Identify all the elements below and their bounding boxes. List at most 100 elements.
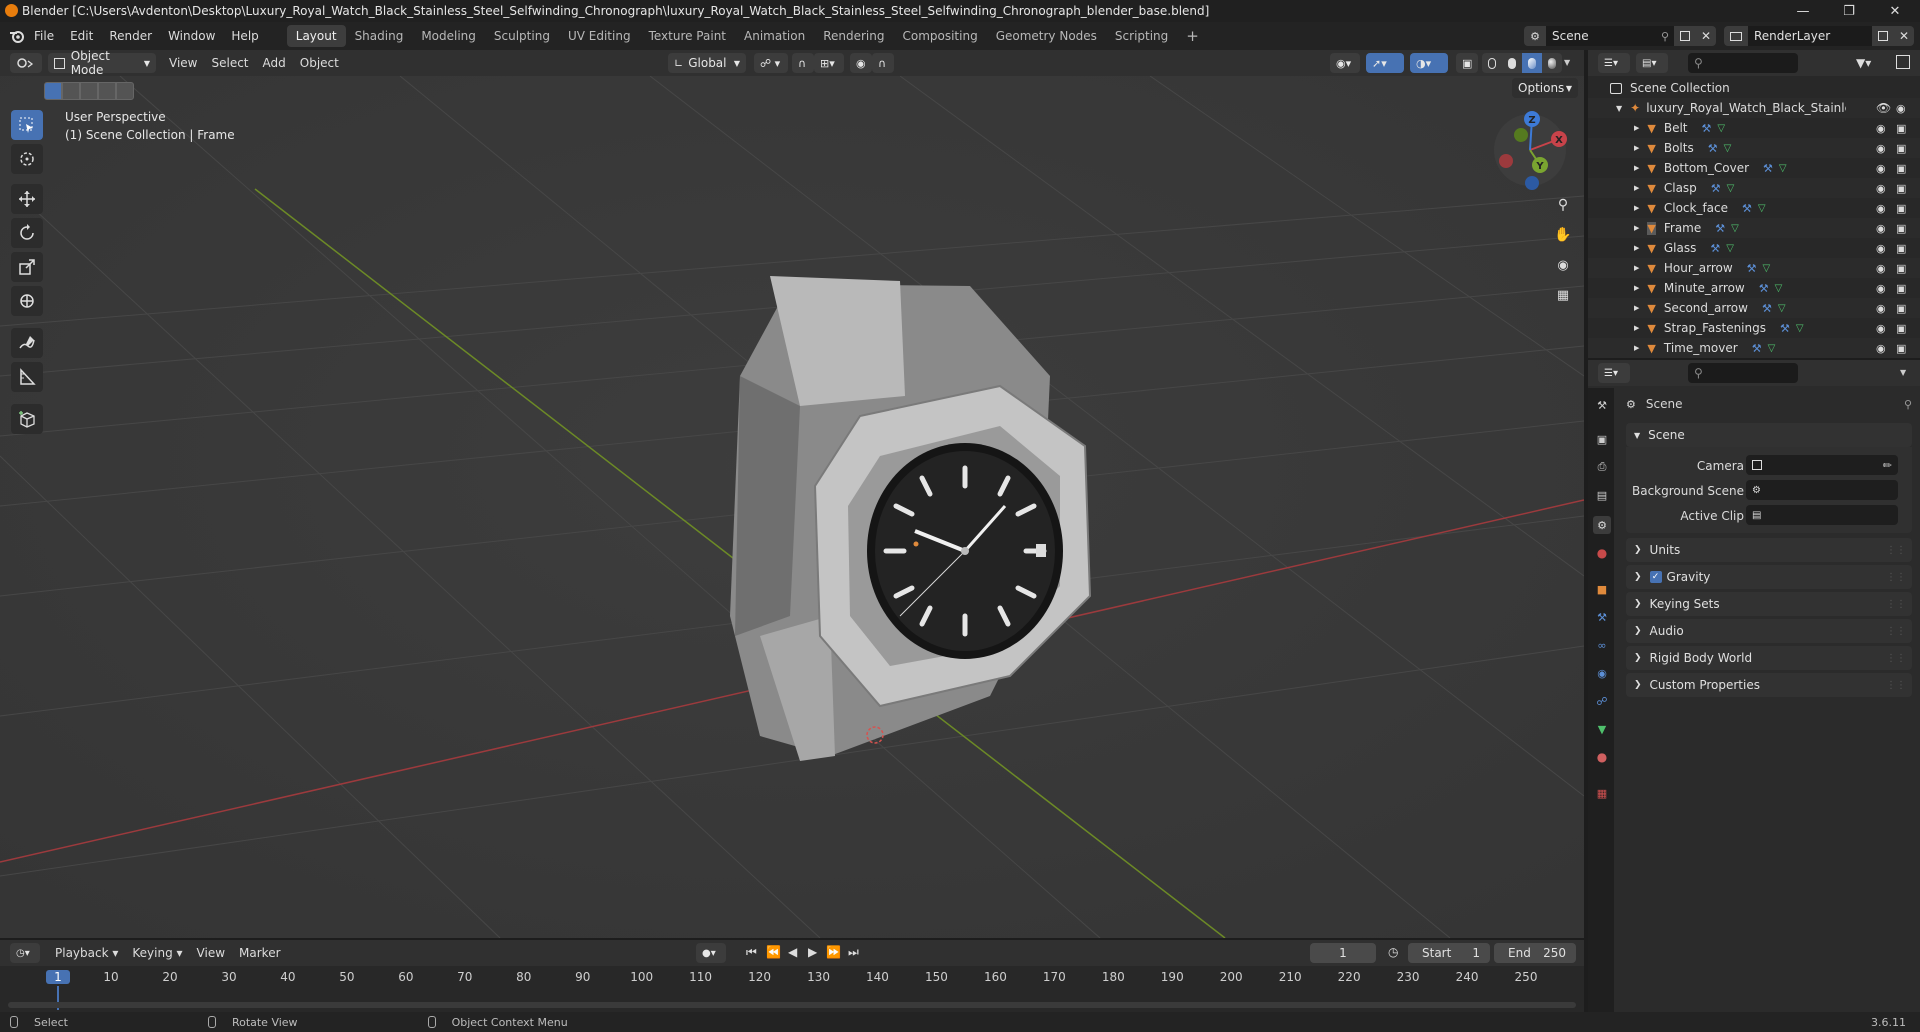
new-collection-icon[interactable] (1896, 55, 1910, 69)
outliner-row-object[interactable]: ▶ ▼ Glass ⚒ ▽ ◉ ▣ (1588, 238, 1920, 258)
timeline-menu-keying[interactable]: Keying ▾ (125, 946, 189, 960)
transform-tool[interactable] (11, 286, 43, 316)
visibility-dropdown[interactable]: ◉▾ (1330, 53, 1360, 73)
outliner-row-object[interactable]: ▶ ▼ Bottom_Cover ⚒ ▽ ◉ ▣ (1588, 158, 1920, 178)
data-properties-tab[interactable]: ▼ (1593, 720, 1611, 738)
restore-button[interactable]: ❐ (1826, 0, 1872, 22)
mesh-data-icon[interactable]: ▽ (1763, 263, 1771, 274)
properties-editor-type-button[interactable]: ☰▾ (1598, 363, 1630, 383)
blender-menu-icon[interactable] (8, 27, 26, 45)
expand-arrow-icon[interactable]: ▶ (1634, 324, 1639, 332)
camera-icon[interactable]: ▣ (1896, 302, 1906, 315)
eye-icon[interactable]: ◉ (1876, 322, 1886, 335)
snap-target-dropdown[interactable]: ⊞▾ (814, 53, 844, 73)
eye-icon[interactable]: ◉ (1876, 202, 1886, 215)
camera-icon[interactable]: ▣ (1896, 162, 1906, 175)
select-invert-icon[interactable] (98, 82, 116, 100)
mesh-data-icon[interactable]: ▽ (1731, 223, 1739, 234)
eye-icon[interactable]: ◉ (1876, 262, 1886, 275)
outliner-row-scene-collection[interactable]: Scene Collection (1588, 78, 1920, 98)
auto-keying-toggle[interactable]: ●▾ (696, 943, 726, 963)
pan-view-icon[interactable]: ✋ (1550, 222, 1576, 248)
camera-icon[interactable]: ▣ (1896, 262, 1906, 275)
eye-icon[interactable]: ◉ (1876, 342, 1886, 355)
add-cube-tool[interactable] (11, 404, 43, 434)
modifier-wrench-icon[interactable]: ⚒ (1710, 242, 1720, 255)
xray-toggle[interactable]: ▣ (1456, 53, 1478, 73)
eye-icon[interactable]: ◉ (1876, 222, 1886, 235)
eye-icon[interactable]: ◉ (1876, 302, 1886, 315)
scene-properties-tab[interactable]: ⚙ (1593, 516, 1611, 534)
drag-handle-icon[interactable]: ⋮⋮ (1886, 653, 1906, 664)
viewport-menu-add[interactable]: Add (256, 56, 293, 70)
outliner-row-object[interactable]: ▶ ▼ Frame ⚒ ▽ ◉ ▣ (1588, 218, 1920, 238)
expand-arrow-icon[interactable]: ▶ (1634, 244, 1639, 252)
play-reverse-icon[interactable]: ◀ (788, 945, 797, 959)
frame-ruler[interactable]: 1 10 20 30 40 50 60 70 80 90 100 110 120 130 140 150 160… (0, 966, 1584, 1012)
menu-help[interactable]: Help (223, 25, 266, 47)
panel-header[interactable]: ❯ Units ⋮⋮ (1626, 538, 1912, 562)
delete-scene-icon[interactable]: ✕ (1696, 26, 1716, 46)
modifier-wrench-icon[interactable]: ⚒ (1763, 162, 1773, 175)
shading-material-button[interactable] (1522, 53, 1542, 73)
expand-arrow-icon[interactable]: ▶ (1634, 344, 1639, 352)
modifier-properties-tab[interactable]: ⚒ (1593, 608, 1611, 626)
chevron-down-icon[interactable]: ▼ (1900, 368, 1906, 377)
editor-type-button[interactable] (10, 53, 42, 73)
expand-arrow-icon[interactable]: ▶ (1634, 184, 1639, 192)
timeline-scrollbar[interactable] (8, 1002, 1576, 1008)
expand-arrow-icon[interactable]: ▶ (1634, 164, 1639, 172)
outliner-row-object[interactable]: ▶ ▼ Time_mover ⚒ ▽ ◉ ▣ (1588, 338, 1920, 358)
menu-file[interactable]: File (26, 25, 62, 47)
mesh-data-icon[interactable]: ▽ (1758, 203, 1766, 214)
camera-icon[interactable]: ▣ (1896, 282, 1906, 295)
output-properties-tab[interactable]: ⎙ (1593, 458, 1611, 476)
outliner-row-object[interactable]: ▶ ▼ Clock_face ⚒ ▽ ◉ ▣ (1588, 198, 1920, 218)
tab-modeling[interactable]: Modeling (412, 25, 485, 47)
jump-keyframe-forward-icon[interactable]: ⏩ (826, 945, 841, 959)
eye-icon[interactable]: ◉ (1876, 282, 1886, 295)
panel-header[interactable]: ❯ ✓ Gravity ⋮⋮ (1626, 565, 1912, 589)
select-extend-icon[interactable] (62, 82, 80, 100)
timeline-menu-view[interactable]: View (190, 946, 232, 960)
tab-uv-editing[interactable]: UV Editing (559, 25, 640, 47)
outliner-search-input[interactable]: ⚲ (1688, 53, 1798, 73)
modifier-wrench-icon[interactable]: ⚒ (1742, 202, 1752, 215)
gravity-checkbox[interactable]: ✓ (1649, 571, 1662, 583)
camera-icon[interactable]: ▣ (1896, 142, 1906, 155)
scene-selector[interactable]: ⚙ Scene ⚲ ✕ (1524, 26, 1716, 46)
material-properties-tab[interactable]: ● (1593, 748, 1611, 766)
modifier-wrench-icon[interactable]: ⚒ (1780, 322, 1790, 335)
eye-icon[interactable]: ◉ (1876, 242, 1886, 255)
modifier-wrench-icon[interactable]: ⚒ (1715, 222, 1725, 235)
renderlayer-selector[interactable]: RenderLayer ✕ (1724, 26, 1914, 46)
camera-view-icon[interactable]: ◉ (1550, 252, 1576, 278)
expand-arrow-icon[interactable]: ▶ (1634, 304, 1639, 312)
pin-icon[interactable]: ⚲ (1904, 398, 1912, 411)
timeline-menu-playback[interactable]: Playback ▾ (48, 946, 125, 960)
camera-icon[interactable]: ▣ (1896, 222, 1906, 235)
panel-header[interactable]: ❯ Rigid Body World ⋮⋮ (1626, 646, 1912, 670)
background-scene-field[interactable]: ⚙ (1746, 480, 1898, 500)
drag-handle-icon[interactable]: ⋮⋮ (1886, 572, 1906, 583)
mesh-data-icon[interactable]: ▽ (1796, 323, 1804, 334)
display-mode-button[interactable]: ▤▾ (1636, 53, 1668, 73)
start-frame-field[interactable]: Start 1 (1408, 943, 1490, 963)
modifier-wrench-icon[interactable]: ⚒ (1747, 262, 1757, 275)
viewport-menu-object[interactable]: Object (293, 56, 346, 70)
render-properties-tab[interactable]: ▣ (1593, 430, 1611, 448)
menu-window[interactable]: Window (160, 25, 223, 47)
mode-dropdown[interactable]: Object Mode ▼ (48, 49, 156, 77)
camera-icon[interactable]: ▣ (1896, 182, 1906, 195)
mesh-data-icon[interactable]: ▽ (1717, 123, 1725, 134)
modifier-wrench-icon[interactable]: ⚒ (1762, 302, 1772, 315)
viewport-menu-select[interactable]: Select (204, 56, 255, 70)
mesh-data-icon[interactable]: ▽ (1775, 283, 1783, 294)
camera-icon[interactable]: ◉ (1896, 102, 1906, 115)
expand-arrow-icon[interactable]: ▶ (1634, 264, 1639, 272)
navigation-gizmo[interactable]: X Y Z (1490, 110, 1570, 190)
view-layer-properties-tab[interactable]: ▤ (1593, 486, 1611, 504)
constraints-properties-tab[interactable]: ☍ (1593, 692, 1611, 710)
drag-handle-icon[interactable]: ⋮⋮ (1886, 626, 1906, 637)
end-frame-field[interactable]: End 250 (1494, 943, 1576, 963)
